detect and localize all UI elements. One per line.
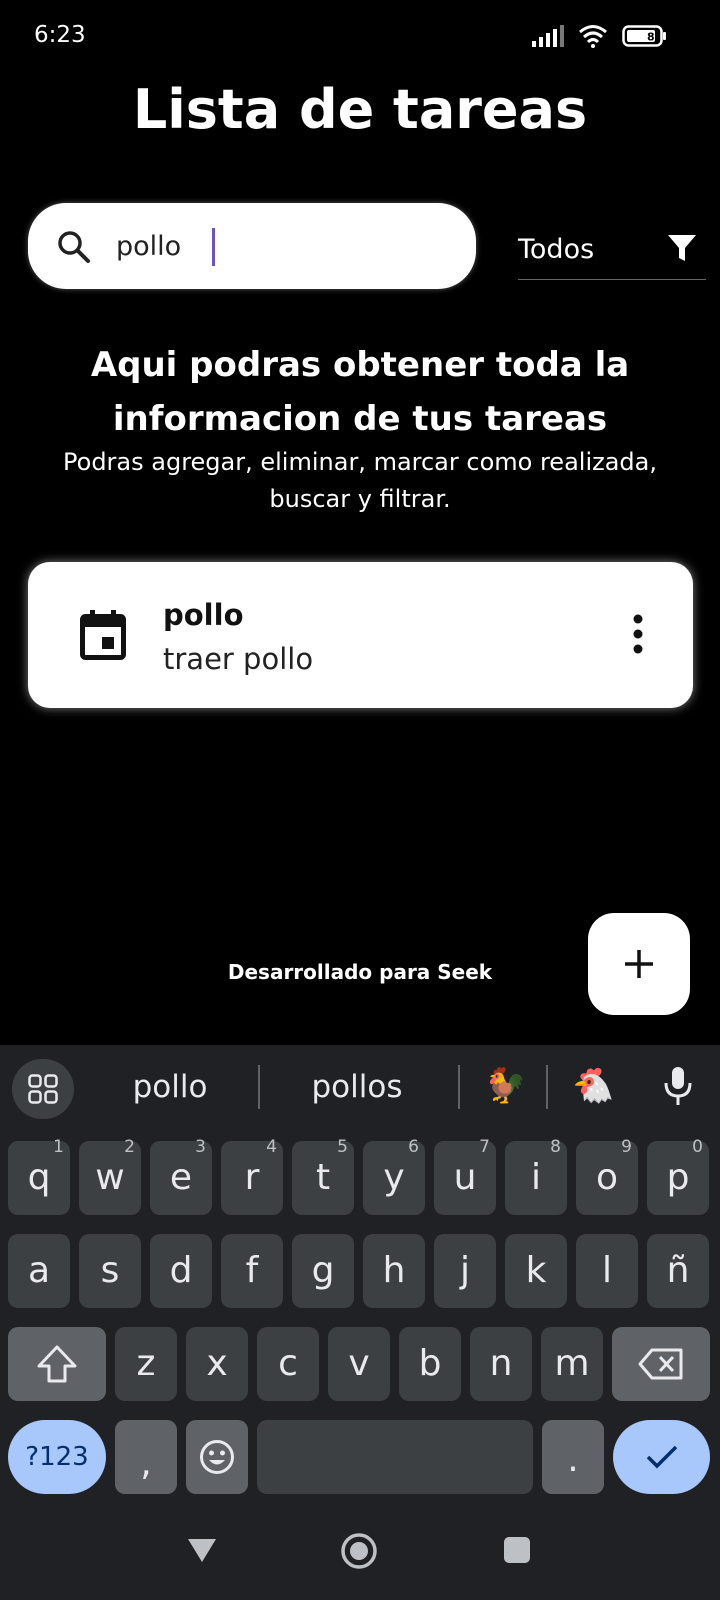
- key-v[interactable]: v: [328, 1327, 390, 1401]
- page-title: Lista de tareas: [132, 78, 588, 141]
- navigation-bar: [0, 1508, 720, 1600]
- key-label: p: [666, 1157, 690, 1198]
- search-icon: [54, 227, 94, 267]
- key-hint: 3: [195, 1137, 206, 1157]
- emoji-key[interactable]: [186, 1420, 248, 1494]
- key-label: i: [530, 1157, 541, 1198]
- key-enye[interactable]: ñ: [647, 1234, 709, 1308]
- checkmark-icon: [646, 1445, 678, 1469]
- signal-icon: [532, 25, 564, 51]
- task-title: pollo: [163, 598, 244, 632]
- key-hint: 6: [408, 1137, 419, 1157]
- key-hint: 2: [124, 1137, 135, 1157]
- status-bar: 6:23 8: [0, 0, 720, 72]
- key-w[interactable]: w2: [79, 1137, 141, 1215]
- key-g[interactable]: g: [292, 1234, 354, 1308]
- key-m[interactable]: m: [541, 1327, 603, 1401]
- comma-key[interactable]: ,: [115, 1420, 177, 1494]
- key-hint: 5: [337, 1137, 348, 1157]
- status-time: 6:23: [34, 22, 86, 48]
- key-k[interactable]: k: [505, 1234, 567, 1308]
- key-label: r: [244, 1157, 260, 1198]
- intro-heading: Aqui podras obtener toda la informacion …: [90, 345, 630, 439]
- key-b[interactable]: b: [399, 1327, 461, 1401]
- key-t[interactable]: t5: [292, 1137, 354, 1215]
- emoji-icon: [200, 1440, 234, 1474]
- suggestion-divider: [458, 1065, 460, 1109]
- filter-dropdown[interactable]: Todos: [518, 218, 706, 280]
- search-input[interactable]: [116, 225, 446, 267]
- key-label: u: [453, 1157, 477, 1198]
- shift-icon: [37, 1345, 77, 1383]
- suggestion-divider: [258, 1065, 260, 1109]
- shift-key[interactable]: [8, 1327, 106, 1401]
- symbols-key[interactable]: ?123: [8, 1420, 106, 1494]
- key-r[interactable]: r4: [221, 1137, 283, 1215]
- key-h[interactable]: h: [363, 1234, 425, 1308]
- status-icons: 8: [532, 24, 668, 52]
- search-box[interactable]: [28, 203, 476, 289]
- suggestion-divider: [546, 1065, 548, 1109]
- text-caret: [212, 228, 215, 266]
- emoji-suggestion-chicken[interactable]: 🐔: [572, 1065, 614, 1107]
- key-label: w: [95, 1157, 125, 1198]
- task-description: traer pollo: [163, 642, 314, 676]
- key-hint: 0: [692, 1137, 703, 1157]
- key-hint: 1: [53, 1137, 64, 1157]
- key-s[interactable]: s: [79, 1234, 141, 1308]
- key-hint: 8: [550, 1137, 561, 1157]
- key-label: y: [383, 1157, 405, 1198]
- emoji-suggestion-rooster[interactable]: 🐓: [484, 1065, 526, 1107]
- key-hint: 7: [479, 1137, 490, 1157]
- done-key[interactable]: [613, 1420, 710, 1494]
- key-z[interactable]: z: [115, 1327, 177, 1401]
- key-hint: 9: [621, 1137, 632, 1157]
- filter-selected-label: Todos: [518, 234, 595, 265]
- suggestion-2[interactable]: pollos: [292, 1069, 422, 1105]
- grid-icon: [28, 1074, 58, 1104]
- backspace-icon: [638, 1348, 683, 1380]
- key-hint: 4: [266, 1137, 277, 1157]
- key-i[interactable]: i8: [505, 1137, 567, 1215]
- suggestion-1[interactable]: pollo: [110, 1069, 230, 1105]
- svg-text:8: 8: [647, 31, 655, 44]
- intro-subtext: Podras agregar, eliminar, marcar como re…: [63, 448, 657, 513]
- key-d[interactable]: d: [150, 1234, 212, 1308]
- nav-recents-icon[interactable]: [503, 1536, 531, 1568]
- nav-back-icon[interactable]: [186, 1536, 218, 1568]
- suggestion-strip: pollo pollos 🐓 🐔: [0, 1045, 720, 1129]
- plus-icon: [625, 950, 653, 978]
- key-q[interactable]: q1: [8, 1137, 70, 1215]
- nav-home-icon[interactable]: [340, 1532, 378, 1574]
- battery-icon: 8: [622, 25, 668, 51]
- task-card[interactable]: pollo traer pollo: [28, 562, 693, 708]
- filter-icon[interactable]: [666, 232, 698, 264]
- key-label: t: [315, 1157, 331, 1198]
- wifi-icon: [578, 24, 608, 52]
- key-j[interactable]: j: [434, 1234, 496, 1308]
- space-bar[interactable]: [257, 1420, 533, 1494]
- key-n[interactable]: n: [470, 1327, 532, 1401]
- key-label: e: [169, 1157, 193, 1198]
- key-f[interactable]: f: [221, 1234, 283, 1308]
- key-y[interactable]: y6: [363, 1137, 425, 1215]
- key-a[interactable]: a: [8, 1234, 70, 1308]
- period-key[interactable]: .: [542, 1420, 604, 1494]
- backspace-key[interactable]: [612, 1327, 710, 1401]
- add-task-button[interactable]: [588, 913, 690, 1015]
- microphone-icon[interactable]: [662, 1065, 694, 1107]
- key-label: o: [595, 1157, 619, 1198]
- keyboard-apps-button[interactable]: [12, 1059, 74, 1119]
- key-c[interactable]: c: [257, 1327, 319, 1401]
- more-vert-icon[interactable]: [626, 612, 650, 656]
- key-l[interactable]: l: [576, 1234, 638, 1308]
- calendar-icon: [80, 610, 126, 660]
- key-u[interactable]: u7: [434, 1137, 496, 1215]
- key-e[interactable]: e3: [150, 1137, 212, 1215]
- key-p[interactable]: p0: [647, 1137, 709, 1215]
- key-label: q: [27, 1157, 51, 1198]
- key-o[interactable]: o9: [576, 1137, 638, 1215]
- key-x[interactable]: x: [186, 1327, 248, 1401]
